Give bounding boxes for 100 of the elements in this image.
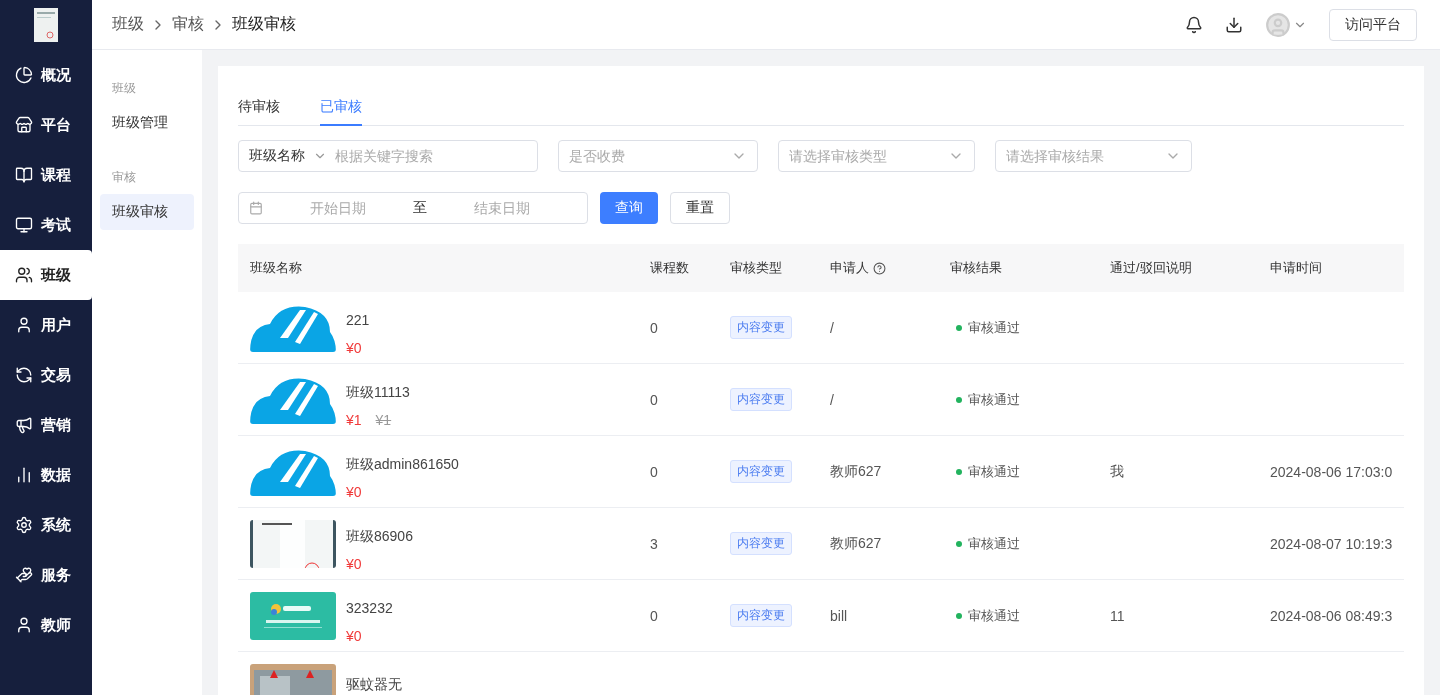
column-header: 课程数 bbox=[650, 259, 689, 277]
column-header: 申请时间 bbox=[1270, 259, 1322, 277]
class-name: 323232 bbox=[346, 599, 393, 616]
audit-type-tag: 内容变更 bbox=[730, 316, 792, 339]
price: ¥0 bbox=[346, 339, 362, 356]
sidebar-item[interactable]: 概况 bbox=[0, 50, 92, 100]
sidebar-label: 课程 bbox=[41, 165, 71, 185]
hand-heart-icon bbox=[15, 566, 33, 584]
status-label: 审核通过 bbox=[968, 462, 1020, 481]
status-label: 审核通过 bbox=[968, 606, 1020, 625]
search-scope-select[interactable]: 班级名称 bbox=[249, 147, 305, 165]
sidebar-label: 交易 bbox=[41, 365, 71, 385]
date-range-field[interactable]: 开始日期 至 结束日期 bbox=[238, 192, 588, 224]
user-icon bbox=[15, 616, 33, 634]
visit-platform-button[interactable]: 访问平台 bbox=[1329, 8, 1417, 41]
megaphone-icon bbox=[15, 416, 33, 434]
price: ¥0 bbox=[346, 483, 362, 500]
sidebar-item[interactable]: 班级 bbox=[0, 250, 92, 300]
column-header: 申请人 bbox=[830, 259, 869, 277]
calendar-icon bbox=[249, 201, 263, 215]
table-cell-text: bill bbox=[829, 607, 849, 624]
query-button[interactable]: 查询 bbox=[600, 192, 658, 224]
sidebar-label: 数据 bbox=[41, 465, 71, 485]
audit-type-tag: 内容变更 bbox=[730, 388, 792, 411]
sidebar-item[interactable]: 数据 bbox=[0, 450, 92, 500]
table-cell-text: 2024-08-06 08:49:3 bbox=[1269, 607, 1394, 624]
subnav-item[interactable]: 班级审核 bbox=[100, 194, 194, 230]
table-cell-text: 0 bbox=[649, 319, 659, 336]
original-price: ¥1 bbox=[375, 411, 392, 428]
table-cell-text: / bbox=[829, 319, 835, 336]
status-label: 审核通过 bbox=[968, 534, 1020, 553]
class-name: 驱蚊器无 bbox=[346, 675, 402, 692]
class-name: 221 bbox=[346, 311, 370, 328]
tab[interactable]: 待审核 bbox=[238, 86, 280, 126]
sidebar-label: 营销 bbox=[41, 415, 71, 435]
table-cell-text: 0 bbox=[649, 391, 659, 408]
sidebar-item[interactable]: 课程 bbox=[0, 150, 92, 200]
table-cell-text: 0 bbox=[649, 463, 659, 480]
store-icon bbox=[15, 116, 33, 134]
sidebar-item[interactable]: 考试 bbox=[0, 200, 92, 250]
table-cell-text: 3 bbox=[649, 535, 659, 552]
select-field[interactable]: 请选择审核类型 bbox=[778, 140, 975, 172]
sidebar-label: 班级 bbox=[41, 265, 71, 285]
table-cell-text: / bbox=[829, 391, 835, 408]
subnav-group-title: 班级 bbox=[111, 80, 137, 97]
sidebar-label: 教师 bbox=[41, 615, 71, 635]
price: ¥1 bbox=[346, 411, 362, 428]
user-icon bbox=[15, 316, 33, 334]
settings-icon bbox=[15, 516, 33, 534]
search-field[interactable]: 班级名称 根据关键字搜索 bbox=[238, 140, 538, 172]
column-header: 审核类型 bbox=[730, 259, 782, 277]
bar-chart-icon bbox=[15, 466, 33, 484]
book-icon bbox=[15, 166, 33, 184]
range-separator: 至 bbox=[413, 199, 427, 217]
class-name: 班级86906 bbox=[346, 527, 413, 544]
audit-type-tag: 内容变更 bbox=[730, 532, 792, 555]
column-header: 审核结果 bbox=[950, 259, 1002, 277]
pie-chart-icon bbox=[15, 66, 33, 84]
sidebar-label: 服务 bbox=[41, 565, 71, 585]
download-icon[interactable] bbox=[1225, 15, 1243, 34]
audit-type-tag: 内容变更 bbox=[730, 604, 792, 627]
table-cell-text: 教师627 bbox=[829, 534, 883, 553]
sidebar-label: 平台 bbox=[41, 115, 71, 135]
table-cell-text: 2024-08-06 17:03:0 bbox=[1269, 463, 1394, 480]
column-header: 通过/驳回说明 bbox=[1110, 259, 1192, 277]
column-header: 班级名称 bbox=[250, 259, 302, 277]
price: ¥0 bbox=[346, 555, 362, 572]
tab[interactable]: 已审核 bbox=[320, 86, 362, 126]
class-name: 班级11113 bbox=[346, 383, 410, 400]
table-cell-text: 0 bbox=[649, 607, 659, 624]
class-name: 班级admin861650 bbox=[346, 455, 459, 472]
sidebar-item[interactable]: 用户 bbox=[0, 300, 92, 350]
table-cell-text: 我 bbox=[1109, 462, 1125, 481]
refresh-icon bbox=[15, 366, 33, 384]
sidebar-item[interactable]: 交易 bbox=[0, 350, 92, 400]
sidebar-label: 用户 bbox=[41, 315, 71, 335]
breadcrumb-item: 班级审核 bbox=[232, 14, 296, 34]
bell-icon[interactable] bbox=[1185, 15, 1203, 34]
subnav-group-title: 审核 bbox=[111, 169, 137, 186]
status-label: 审核通过 bbox=[968, 318, 1020, 337]
sidebar-label: 考试 bbox=[41, 215, 71, 235]
sidebar-item[interactable]: 教师 bbox=[0, 600, 92, 650]
sidebar-item[interactable]: 营销 bbox=[0, 400, 92, 450]
help-icon[interactable] bbox=[873, 261, 886, 275]
users-icon bbox=[15, 266, 33, 284]
sidebar-label: 概况 bbox=[41, 65, 71, 85]
sidebar-item[interactable]: 系统 bbox=[0, 500, 92, 550]
monitor-icon bbox=[15, 216, 33, 234]
breadcrumb-item[interactable]: 班级 bbox=[112, 14, 144, 35]
status-label: 审核通过 bbox=[968, 390, 1020, 409]
table-cell-text: 2024-08-07 10:19:3 bbox=[1269, 535, 1394, 552]
select-field[interactable]: 是否收费 bbox=[558, 140, 758, 172]
breadcrumb-item[interactable]: 审核 bbox=[172, 14, 204, 35]
sidebar-item[interactable]: 平台 bbox=[0, 100, 92, 150]
subnav-item[interactable]: 班级管理 bbox=[100, 105, 194, 141]
reset-button[interactable]: 重置 bbox=[670, 192, 730, 224]
sidebar-label: 系统 bbox=[41, 515, 71, 535]
audit-type-tag: 内容变更 bbox=[730, 460, 792, 483]
select-field[interactable]: 请选择审核结果 bbox=[995, 140, 1192, 172]
sidebar-item[interactable]: 服务 bbox=[0, 550, 92, 600]
